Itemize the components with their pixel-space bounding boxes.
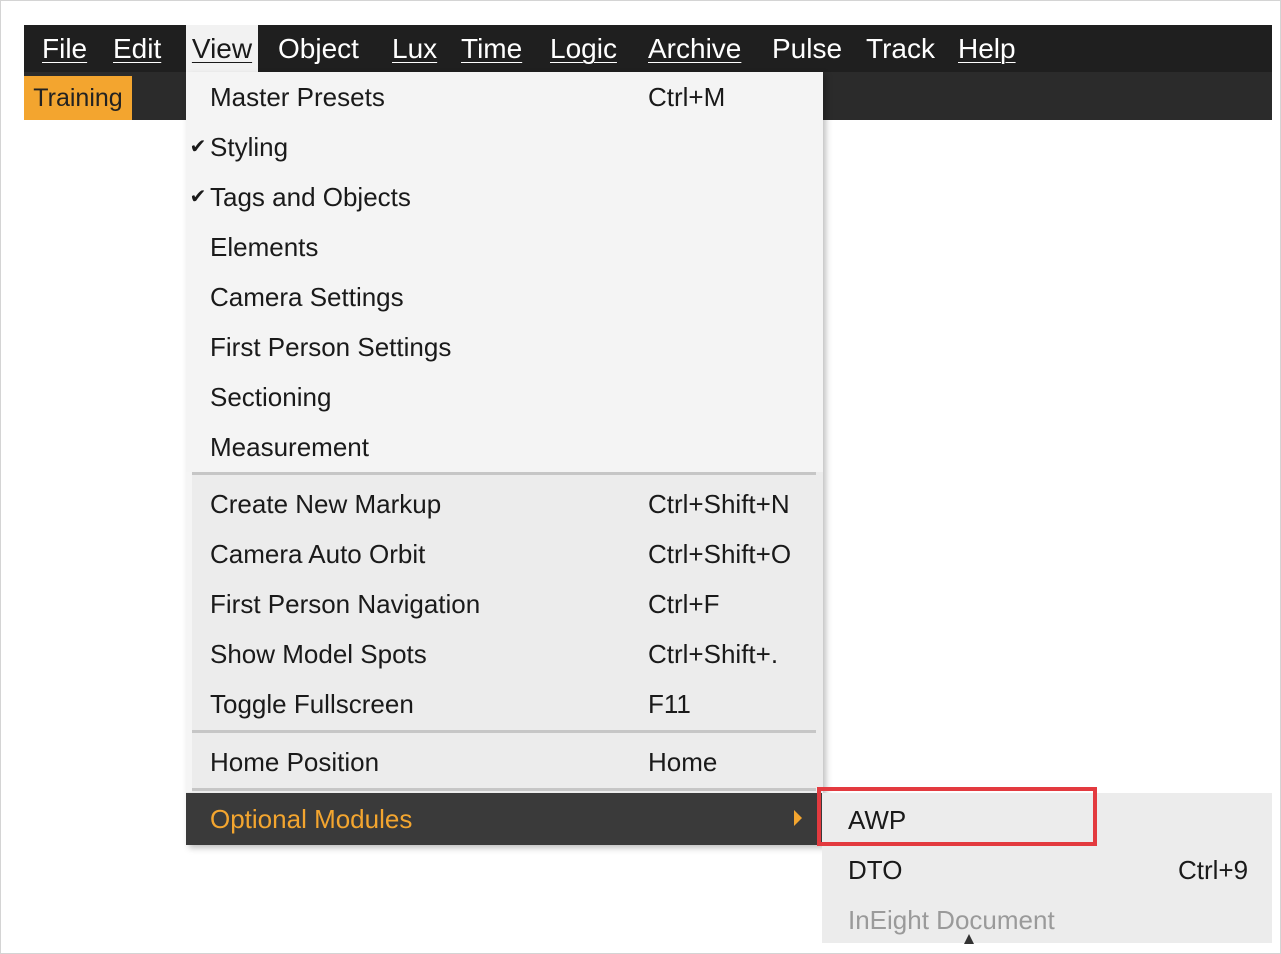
menu-item-tags-and-objects[interactable]: ✔ Tags and Objects <box>186 172 823 222</box>
menu-item-master-presets[interactable]: Master Presets Ctrl+M <box>186 72 823 122</box>
menu-archive[interactable]: Archive <box>640 25 749 72</box>
view-dropdown-menu: Master Presets Ctrl+M ✔ Styling ✔ Tags a… <box>186 72 823 845</box>
menu-item-elements[interactable]: Elements <box>186 222 823 272</box>
menu-item-measurement[interactable]: Measurement <box>186 422 823 472</box>
menu-item-camera-settings[interactable]: Camera Settings <box>186 272 823 322</box>
menu-item-first-person-navigation[interactable]: First Person Navigation Ctrl+F <box>186 579 823 629</box>
menu-logic[interactable]: Logic <box>542 25 625 72</box>
awp-callout-box <box>817 787 1097 846</box>
checkmark-icon: ✔ <box>189 186 207 208</box>
menu-item-first-person-settings[interactable]: First Person Settings <box>186 322 823 372</box>
menu-item-home-position[interactable]: Home Position Home <box>186 737 823 787</box>
menu-object[interactable]: Object <box>270 25 367 72</box>
training-tab[interactable]: Training <box>24 76 132 120</box>
menu-track[interactable]: Track <box>858 25 943 72</box>
mouse-cursor-icon <box>964 934 974 944</box>
menu-time[interactable]: Time <box>453 25 530 72</box>
submenu-item-ineight-document: InEight Document <box>848 905 1055 935</box>
menu-item-create-new-markup[interactable]: Create New Markup Ctrl+Shift+N <box>186 479 823 529</box>
menu-item-toggle-fullscreen[interactable]: Toggle Fullscreen F11 <box>186 679 823 729</box>
submenu-item-dto[interactable]: DTO Ctrl+9 <box>822 845 1272 895</box>
menu-lux[interactable]: Lux <box>384 25 445 72</box>
menu-item-sectioning[interactable]: Sectioning <box>186 372 823 422</box>
menu-item-show-model-spots[interactable]: Show Model Spots Ctrl+Shift+. <box>186 629 823 679</box>
menu-item-camera-auto-orbit[interactable]: Camera Auto Orbit Ctrl+Shift+O <box>186 529 823 579</box>
menu-edit[interactable]: Edit <box>105 25 169 72</box>
submenu-arrow-icon <box>794 810 802 826</box>
menu-view[interactable]: View <box>186 25 258 72</box>
menu-separator <box>192 730 816 733</box>
menu-item-styling[interactable]: ✔ Styling <box>186 122 823 172</box>
menu-file[interactable]: File <box>34 25 95 72</box>
menu-help[interactable]: Help <box>950 25 1024 72</box>
menu-item-optional-modules[interactable]: Optional Modules <box>186 793 823 845</box>
menu-separator <box>192 788 816 791</box>
menu-separator <box>192 472 816 475</box>
checkmark-icon: ✔ <box>189 136 207 158</box>
menu-pulse[interactable]: Pulse <box>764 25 850 72</box>
